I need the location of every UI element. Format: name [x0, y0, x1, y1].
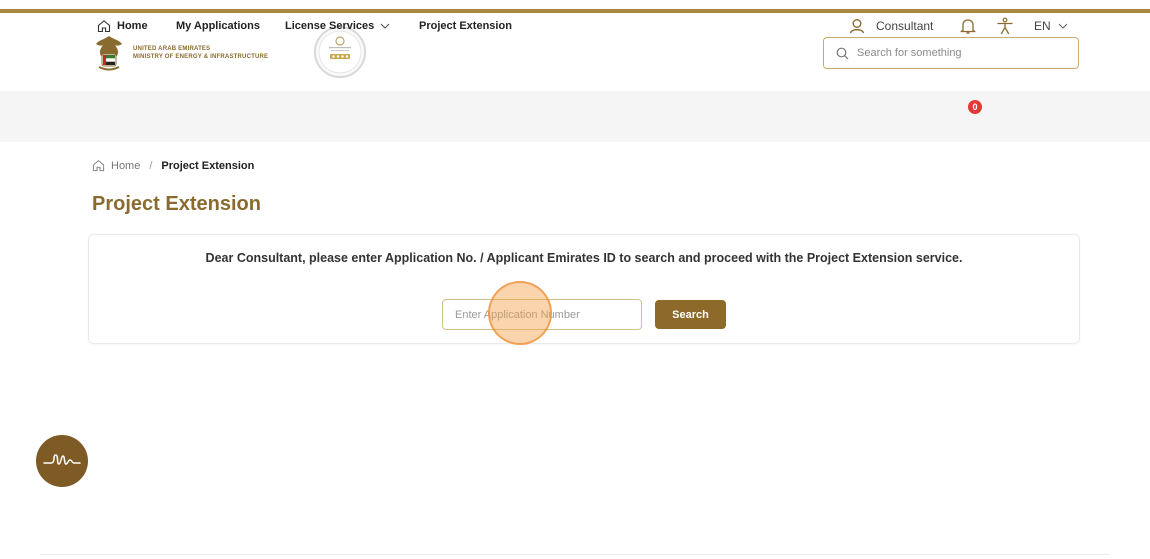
top-accent-line	[0, 9, 1150, 13]
accessibility-button[interactable]	[996, 0, 1014, 51]
chevron-down-icon	[1058, 23, 1068, 29]
accessibility-icon	[997, 17, 1013, 34]
nav-project-extension[interactable]: Project Extension	[419, 0, 512, 51]
nav-home[interactable]: Home	[97, 0, 148, 51]
user-icon	[849, 18, 865, 33]
page-title: Project Extension	[92, 193, 261, 215]
chevron-down-icon	[380, 23, 390, 29]
nav-license-services[interactable]: License Services	[285, 0, 390, 51]
home-icon[interactable]	[92, 159, 105, 172]
notification-count-badge: 0	[968, 100, 982, 114]
nav-my-applications[interactable]: My Applications	[176, 0, 260, 51]
instruction-message: Dear Consultant, please enter Applicatio…	[205, 251, 963, 265]
user-role-label: Consultant	[876, 18, 934, 33]
user-menu[interactable]: Consultant	[849, 0, 933, 51]
nav-my-applications-label: My Applications	[176, 19, 260, 32]
language-label: EN	[1034, 18, 1051, 33]
footer-divider	[40, 554, 1110, 555]
breadcrumb-separator: /	[149, 159, 153, 172]
nav-project-extension-label: Project Extension	[419, 19, 512, 32]
bell-icon	[959, 18, 977, 34]
brand-line-2: MINISTRY OF ENERGY & INFRASTRUCTURE	[133, 54, 269, 60]
nav-home-label: Home	[117, 19, 148, 32]
home-icon	[97, 19, 111, 32]
notifications-button[interactable]	[959, 0, 977, 51]
language-selector[interactable]: EN	[1034, 0, 1068, 51]
breadcrumb-home[interactable]: Home	[111, 160, 140, 172]
application-search-card: Dear Consultant, please enter Applicatio…	[88, 234, 1080, 344]
chat-assistant-icon	[43, 454, 81, 465]
search-button[interactable]: Search	[655, 300, 726, 329]
breadcrumb-current: Project Extension	[161, 159, 255, 172]
chat-assistant-button[interactable]	[36, 435, 88, 487]
application-number-input[interactable]	[442, 299, 642, 330]
breadcrumb: Home / Project Extension	[92, 159, 254, 172]
nav-license-services-label: License Services	[285, 19, 375, 32]
search-icon	[836, 47, 849, 59]
main-navbar	[0, 91, 1150, 142]
